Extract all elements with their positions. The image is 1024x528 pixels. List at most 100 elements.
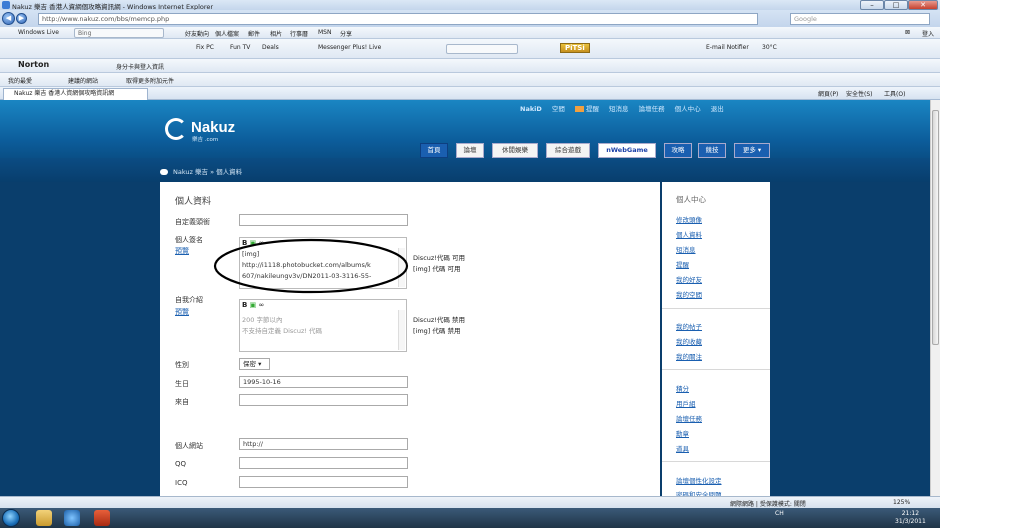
nav-games[interactable]: 綜合遊戲 xyxy=(546,143,590,158)
maximize-button[interactable]: □ xyxy=(884,0,908,10)
cmd-safety[interactable]: 安全性(S) xyxy=(846,89,873,98)
bio-toolbar: B ▣ ∞ xyxy=(242,301,264,311)
nav-nwebgame[interactable]: nWebGame xyxy=(598,143,656,158)
favorites-button[interactable]: 我的最愛 xyxy=(8,76,32,85)
signature-label: 個人簽名 xyxy=(175,236,203,244)
sidebar-item-credits[interactable]: 積分 xyxy=(676,383,689,393)
ie-taskbar-icon[interactable] xyxy=(64,510,80,526)
site-logo[interactable]: Nakuz 樂吉 .com xyxy=(165,118,245,144)
sidebar-item-pm[interactable]: 短消息 xyxy=(676,244,696,254)
nav-leisure[interactable]: 休閒娛樂 xyxy=(492,143,538,158)
qq-input[interactable] xyxy=(239,457,408,469)
fix-pc-button[interactable]: Fix PC xyxy=(196,44,214,51)
bold-icon[interactable]: B xyxy=(242,301,247,309)
mail-icon xyxy=(574,106,584,112)
sidebar-item-avatar[interactable]: 修改頭像 xyxy=(676,214,702,224)
sidebar-item-friends[interactable]: 我的好友 xyxy=(676,274,702,284)
nav-home[interactable]: 首頁 xyxy=(420,143,448,158)
tb-item-calendar[interactable]: 行事曆 xyxy=(290,29,308,38)
media-taskbar-icon[interactable] xyxy=(94,510,110,526)
address-input[interactable]: http://www.nakuz.com/bbs/memcp.php xyxy=(38,13,758,25)
language-indicator[interactable]: CH xyxy=(775,510,784,517)
tb-item-profile[interactable]: 個人檔案 xyxy=(215,29,239,38)
pitsi-logo[interactable]: PiTSi xyxy=(560,43,590,53)
sidebar-item-space[interactable]: 我的空間 xyxy=(676,289,702,299)
minimize-button[interactable]: – xyxy=(860,0,884,10)
website-input[interactable]: http:// xyxy=(239,438,408,450)
deals-button[interactable]: Deals xyxy=(262,44,279,51)
tb-item-share[interactable]: 分享 xyxy=(340,29,352,38)
identity-safe-button[interactable]: 身分卡與登入資訊 xyxy=(116,62,164,71)
tb-item-msn[interactable]: MSN xyxy=(318,29,331,36)
tb-item-mail[interactable]: 郵件 xyxy=(248,29,260,38)
bio-scrollbar[interactable] xyxy=(398,310,405,350)
sidebar-item-usergroup[interactable]: 用戶組 xyxy=(676,398,696,408)
norton-toolbar: Norton 身分卡與登入資訊 xyxy=(0,59,940,73)
birthday-input[interactable]: 1995-10-16 xyxy=(239,376,408,388)
cmd-tools[interactable]: 工具(O) xyxy=(884,89,905,98)
search-input[interactable]: Google xyxy=(790,13,930,25)
sidebar-item-notice[interactable]: 提醒 xyxy=(676,259,689,269)
signature-preview-link[interactable]: 預覽 xyxy=(175,246,189,256)
back-button[interactable]: ◀ xyxy=(2,12,15,25)
address-bar-row: ◀ ▶ http://www.nakuz.com/bbs/memcp.php G… xyxy=(0,10,940,27)
sidebar-title: 個人中心 xyxy=(676,195,706,204)
image-icon[interactable]: ▣ xyxy=(250,301,257,309)
page-scrollbar[interactable] xyxy=(930,100,940,496)
start-button[interactable] xyxy=(2,509,20,527)
sidebar-item-medals[interactable]: 勳章 xyxy=(676,428,689,438)
bubble-icon xyxy=(160,169,168,175)
nav-more[interactable]: 更多 ▾ xyxy=(734,143,770,158)
bing-search-box[interactable]: Bing xyxy=(74,28,164,38)
bio-textarea[interactable]: B ▣ ∞ 200 字節以內 不支持自定義 Discuz! 代碼 xyxy=(239,299,407,352)
scrollbar-thumb[interactable] xyxy=(932,110,939,345)
tasks-link[interactable]: 論壇任務 xyxy=(639,105,665,113)
sidebar-item-follows[interactable]: 我的關注 xyxy=(676,351,702,361)
username-link[interactable]: NakiD xyxy=(520,105,542,113)
fun-tv-button[interactable]: Fun TV xyxy=(230,44,250,51)
cmd-page[interactable]: 網頁(P) xyxy=(818,89,838,98)
gender-select[interactable]: 保密 ▾ xyxy=(239,358,270,370)
sidebar-item-personalize[interactable]: 論壇個性化設定 xyxy=(676,475,722,485)
windows-live-label[interactable]: Windows Live xyxy=(18,29,59,36)
close-button[interactable]: ✕ xyxy=(908,0,938,10)
clock[interactable]: 21:12 31/3/2011 xyxy=(895,510,926,526)
breadcrumb-bar: Nakuz 樂吉 » 個人資料 xyxy=(0,158,930,182)
explorer-taskbar-icon[interactable] xyxy=(36,510,52,526)
icq-input[interactable] xyxy=(239,476,408,488)
toolbar-options-icon[interactable]: ⊠ xyxy=(905,29,910,36)
sidebar-item-items[interactable]: 道具 xyxy=(676,443,689,453)
email-notifier-button[interactable]: E-mail Notifier xyxy=(706,44,749,51)
tb-item-friends[interactable]: 好友動向 xyxy=(185,29,209,38)
sidebar-item-tasks[interactable]: 論壇任務 xyxy=(676,413,702,423)
sidebar-item-favorites[interactable]: 我的收藏 xyxy=(676,336,702,346)
messenger-plus-button[interactable]: Messenger Plus! Live xyxy=(318,44,381,51)
breadcrumb: Nakuz 樂吉 » 個人資料 xyxy=(160,166,242,176)
tb-item-photos[interactable]: 相片 xyxy=(270,29,282,38)
login-link[interactable]: 登入 xyxy=(922,29,934,38)
media-player-controls[interactable] xyxy=(446,44,518,54)
notice-link[interactable]: 提醒 xyxy=(574,105,599,113)
sidebar-item-posts[interactable]: 我的帖子 xyxy=(676,321,702,331)
logo-mark-icon xyxy=(165,118,187,140)
usercenter-link[interactable]: 個人中心 xyxy=(675,105,701,113)
norton-logo[interactable]: Norton xyxy=(18,60,49,69)
space-link[interactable]: 空間 xyxy=(552,105,565,113)
nav-esports[interactable]: 競技 xyxy=(698,143,726,158)
link-icon[interactable]: ∞ xyxy=(258,301,264,309)
from-input[interactable] xyxy=(239,394,408,406)
active-tab[interactable]: Nakuz 樂吉 香港人資網個攻略資訊網 xyxy=(3,88,148,100)
forward-button[interactable]: ▶ xyxy=(16,13,27,24)
custom-title-input[interactable] xyxy=(239,214,408,226)
nav-forum[interactable]: 論壇 xyxy=(456,143,484,158)
pm-link[interactable]: 短消息 xyxy=(609,105,629,113)
zoom-level[interactable]: 125% xyxy=(893,499,910,506)
nav-guide[interactable]: 攻略 xyxy=(664,143,692,158)
more-addons-link[interactable]: 取得更多附加元件 xyxy=(126,76,174,85)
bio-code-note: Discuz!代碼 禁用 [img] 代碼 禁用 xyxy=(413,316,465,335)
logout-link[interactable]: 退出 xyxy=(711,105,724,113)
bio-preview-link[interactable]: 預覽 xyxy=(175,307,189,317)
suggested-sites-link[interactable]: 建議的網站 xyxy=(68,76,98,85)
tab-row: Nakuz 樂吉 香港人資網個攻略資訊網 網頁(P) 安全性(S) 工具(O) xyxy=(0,87,940,100)
sidebar-item-profile[interactable]: 個人資料 xyxy=(676,229,702,239)
